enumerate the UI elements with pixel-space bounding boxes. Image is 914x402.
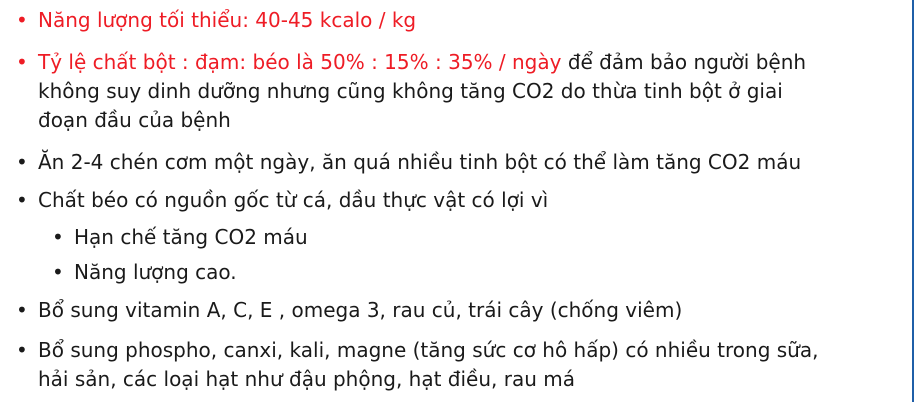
- sub-bullet-energy: Năng lượng cao.: [74, 260, 237, 284]
- bullet-ratio: Tỷ lệ chất bột : đạm: béo là 50% : 15% :…: [38, 48, 806, 77]
- bullet-vitamins: Bổ sung vitamin A, C, E , omega 3, rau c…: [38, 298, 683, 322]
- bullet-fat: Chất béo có nguồn gốc từ cá, dầu thực vậ…: [38, 188, 549, 212]
- bullet-minerals-line1: Bổ sung phospho, canxi, kali, magne (tăn…: [38, 338, 819, 362]
- bullet-rice: Ăn 2-4 chén cơm một ngày, ăn quá nhiều t…: [38, 150, 802, 174]
- bullet-marker: •: [16, 8, 28, 32]
- bullet-ratio-line1: để đảm bảo người bệnh: [561, 50, 807, 74]
- sub-bullet-marker: •: [52, 260, 64, 284]
- bullet-marker: •: [16, 150, 28, 174]
- bullet-marker: •: [16, 298, 28, 322]
- bullet-marker: •: [16, 50, 28, 74]
- bullet-ratio-highlight: Tỷ lệ chất bột : đạm: béo là 50% : 15% :…: [38, 50, 562, 74]
- slide: • Năng lượng tối thiểu: 40-45 kcalo / kg…: [0, 0, 914, 402]
- bullet-ratio-line2: không suy dinh dưỡng nhưng cũng không tă…: [38, 79, 783, 103]
- bullet-ratio-line3: đoạn đầu của bệnh: [38, 108, 231, 132]
- bullet-marker: •: [16, 188, 28, 212]
- bullet-minerals-line2: hải sản, các loại hạt như đậu phộng, hạt…: [38, 367, 576, 391]
- bullet-energy: Năng lượng tối thiểu: 40-45 kcalo / kg: [38, 8, 417, 32]
- bullet-marker: •: [16, 338, 28, 362]
- sub-bullet-co2: Hạn chế tăng CO2 máu: [74, 225, 308, 249]
- sub-bullet-marker: •: [52, 225, 64, 249]
